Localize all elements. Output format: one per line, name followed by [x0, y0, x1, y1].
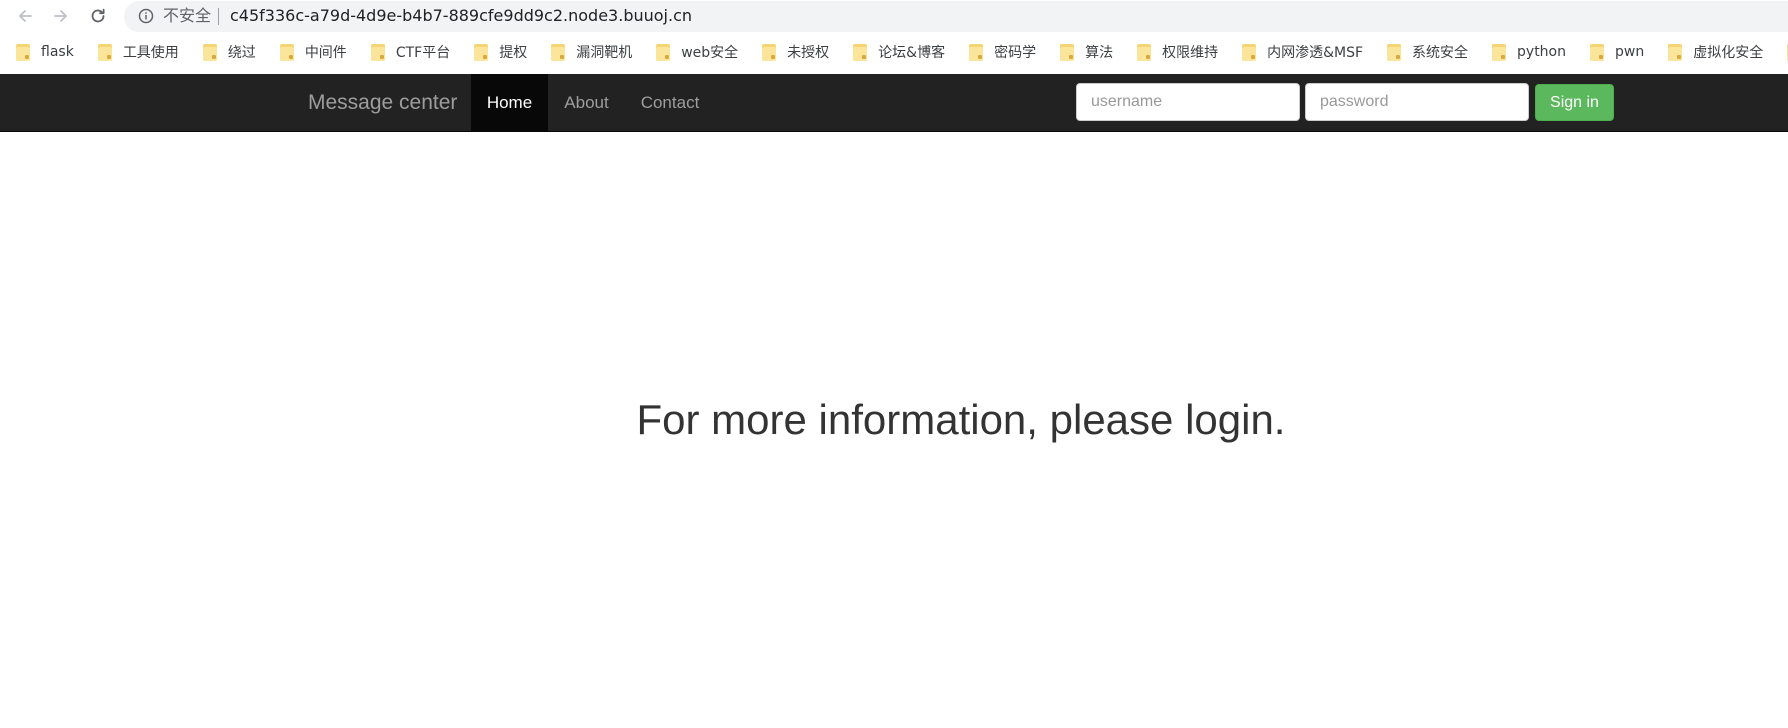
- folder-icon: [1590, 43, 1604, 61]
- bookmark-label: pwn: [1615, 44, 1645, 60]
- bookmark-label: 算法: [1085, 45, 1114, 61]
- username-input[interactable]: [1076, 83, 1300, 121]
- security-label[interactable]: 不安全: [163, 6, 211, 26]
- bookmarks-bar: flask 工具使用 绕过 中间件 CTF平台 提权 漏洞靶机 web安全 未授权 论坛&博客 密码…: [0, 32, 1788, 72]
- folder-icon: [1242, 43, 1257, 61]
- bookmark-item[interactable]: python: [1492, 40, 1590, 64]
- reload-button[interactable]: [84, 2, 112, 30]
- info-icon[interactable]: [138, 8, 154, 24]
- bookmark-label: flask: [41, 44, 74, 60]
- bookmark-label: 论坛&博客: [878, 45, 946, 61]
- folder-icon: [1060, 43, 1075, 61]
- folder-icon: [202, 43, 217, 61]
- bookmark-item[interactable]: web安全: [656, 40, 762, 64]
- folder-icon: [1387, 43, 1402, 61]
- forward-button[interactable]: [47, 2, 75, 30]
- bookmark-item[interactable]: 绕过: [202, 40, 280, 64]
- folder-icon: [279, 43, 294, 61]
- bookmark-label: 提权: [499, 45, 528, 61]
- bookmark-label: python: [1517, 44, 1566, 60]
- bookmark-label: 漏洞靶机: [576, 45, 633, 61]
- bookmark-label: web安全: [681, 45, 739, 61]
- bookmark-item[interactable]: 内网渗透&MSF: [1242, 40, 1387, 64]
- bookmark-item[interactable]: flask: [16, 40, 98, 64]
- brand-link[interactable]: Message center: [308, 74, 457, 131]
- bookmark-label: 密码学: [994, 45, 1037, 61]
- bookmark-label: 工具使用: [122, 45, 179, 61]
- arrow-left-icon: [19, 10, 32, 22]
- bookmark-label: CTF平台: [395, 45, 451, 61]
- site-navbar: Message center Home About Contact Sign i…: [0, 74, 1788, 132]
- folder-icon: [656, 43, 671, 61]
- nav-home[interactable]: Home: [471, 74, 548, 131]
- bookmark-item[interactable]: CTF平台: [370, 40, 474, 64]
- folder-icon: [16, 43, 30, 61]
- bookmark-item[interactable]: 权限维持: [1137, 40, 1242, 64]
- bookmark-item[interactable]: pwn: [1590, 40, 1668, 64]
- folder-icon: [551, 43, 566, 61]
- bookmark-item[interactable]: 未授权: [762, 40, 853, 64]
- bookmark-item[interactable]: 虚拟化安全: [1668, 40, 1787, 64]
- bookmark-item[interactable]: 提权: [474, 40, 551, 64]
- bookmark-label: 权限维持: [1162, 45, 1219, 61]
- folder-icon: [97, 43, 112, 61]
- bookmark-item[interactable]: 漏洞靶机: [551, 40, 656, 64]
- bookmark-item[interactable]: 论坛&博客: [853, 40, 969, 64]
- arrow-right-icon: [54, 10, 67, 22]
- folder-icon: [474, 43, 489, 61]
- bookmark-label: 虚拟化安全: [1693, 45, 1764, 61]
- folder-icon: [969, 43, 984, 61]
- bookmark-item[interactable]: 算法: [1060, 40, 1137, 64]
- folder-icon: [370, 43, 385, 61]
- login-prompt-message: For more information, please login.: [636, 396, 1286, 443]
- bookmark-label: 未授权: [787, 45, 830, 61]
- nav-contact[interactable]: Contact: [625, 74, 715, 131]
- back-button[interactable]: [11, 2, 39, 30]
- bookmark-label: 内网渗透&MSF: [1267, 45, 1364, 61]
- url-text[interactable]: c45f336c-a79d-4d9e-b4b7-889cfe9dd9c2.nod…: [230, 6, 692, 26]
- bookmark-item[interactable]: 密码学: [969, 40, 1060, 64]
- folder-icon: [1492, 43, 1507, 61]
- bookmark-label: 中间件: [304, 45, 347, 61]
- bookmark-item[interactable]: 中间件: [279, 40, 371, 64]
- password-input[interactable]: [1305, 83, 1529, 121]
- folder-icon: [853, 43, 868, 61]
- sign-in-button[interactable]: Sign in: [1535, 84, 1614, 121]
- folder-icon: [762, 43, 777, 61]
- omnibox-divider: [218, 8, 219, 25]
- browser-toolbar: 不安全 c45f336c-a79d-4d9e-b4b7-889cfe9dd9c2…: [0, 0, 1788, 32]
- nav-about[interactable]: About: [548, 74, 625, 131]
- folder-icon: [1137, 43, 1152, 61]
- bookmarks-list: flask 工具使用 绕过 中间件 CTF平台 提权 漏洞靶机 web安全 未授权 论坛&博客 密码…: [16, 40, 1788, 64]
- bookmark-item[interactable]: 系统安全: [1387, 40, 1492, 64]
- reload-icon: [91, 8, 105, 23]
- folder-icon: [1668, 43, 1683, 61]
- bookmark-label: 系统安全: [1412, 45, 1469, 61]
- bookmark-item[interactable]: 工具使用: [97, 40, 203, 64]
- bookmark-label: 绕过: [227, 45, 256, 61]
